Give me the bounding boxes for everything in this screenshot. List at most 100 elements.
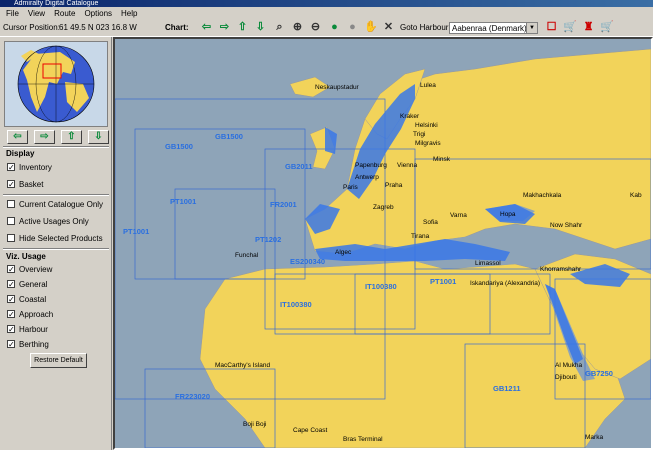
arrow-right-icon: ⇨ [40, 131, 49, 142]
place-name: Papenburg [355, 162, 387, 169]
place-name: Tirana [411, 233, 430, 240]
arrow-up-icon[interactable]: ⇧ [236, 21, 249, 34]
hide-selected-checkbox[interactable] [7, 234, 15, 242]
chart-label: FR2001 [270, 200, 297, 209]
goto-harbour-label: Goto Harbour: [400, 23, 451, 32]
place-name: Varna [450, 212, 467, 219]
place-name: Trigi [413, 131, 425, 138]
place-name: Paris [343, 184, 359, 191]
arrow-down-icon[interactable]: ⇩ [254, 21, 267, 34]
cart-icon[interactable]: ☐ [545, 21, 558, 34]
inventory-checkbox[interactable]: ✓ [7, 163, 15, 172]
chart-label: PT1001 [430, 277, 456, 286]
divider [3, 248, 109, 250]
arrow-up-icon: ⇧ [67, 131, 76, 142]
menu-view[interactable]: View [28, 9, 45, 18]
chart-label: PT1001 [170, 197, 196, 206]
cart-icon[interactable]: 🛒 [563, 21, 577, 34]
window-title: Admiralty Digital Catalogue [0, 0, 653, 7]
pan-up-button[interactable]: ⇧ [61, 130, 82, 144]
place-name: Cape Coast [293, 427, 328, 434]
chart-label: IT100380 [280, 300, 312, 309]
coastal-label: Coastal [19, 295, 47, 304]
place-name: Al Mukha [555, 362, 582, 369]
place-name: Praha [385, 182, 403, 189]
cursor-position-value: 61 49.5 N 023 16.8 W [59, 23, 137, 32]
place-name: Neskaupstadur [315, 84, 360, 91]
chart-label: FR223020 [175, 392, 210, 401]
cart-icon[interactable]: 🛒 [600, 21, 614, 34]
chart-label: GB1500 [165, 142, 193, 151]
map-canvas[interactable]: Neskaupstadur Lulea Helsinki Kraker Trig… [115, 39, 651, 448]
general-checkbox[interactable]: ✓ [7, 280, 15, 289]
place-name: Vienna [397, 162, 418, 169]
chart-map[interactable]: Neskaupstadur Lulea Helsinki Kraker Trig… [113, 37, 653, 450]
europe-land [304, 48, 651, 255]
active-usages-checkbox[interactable] [7, 217, 15, 225]
globe-overview[interactable] [4, 41, 108, 127]
place-name: Khorramshahr [540, 266, 582, 273]
chart-label: GB2011 [285, 162, 313, 171]
active-usages-label: Active Usages Only [19, 217, 89, 226]
general-label: General [19, 280, 48, 289]
chart-label: GB7250 [585, 369, 613, 378]
left-panel: ⇦ ⇨ ⇧ ⇩ Display ✓ Inventory ✓ Basket Cur… [0, 37, 112, 450]
berthing-checkbox[interactable]: ✓ [7, 340, 15, 349]
menu-file[interactable]: File [6, 9, 19, 18]
arrow-right-icon[interactable]: ⇨ [218, 21, 231, 34]
zoom-icon[interactable]: ⌕ [273, 21, 286, 34]
arrow-left-icon: ⇦ [13, 131, 22, 142]
place-name: Iskandariya (Alexandria) [470, 280, 540, 287]
place-name: Makhachkala [523, 192, 562, 199]
approach-label: Approach [19, 310, 54, 319]
inventory-label: Inventory [19, 163, 52, 172]
stop-icon[interactable]: ● [346, 21, 359, 34]
pan-left-button[interactable]: ⇦ [7, 130, 28, 144]
place-name: Zagreb [373, 204, 394, 211]
overview-checkbox[interactable]: ✓ [7, 265, 15, 274]
arrow-left-icon[interactable]: ⇦ [200, 21, 213, 34]
go-icon[interactable]: ● [328, 21, 341, 34]
chart-label: ES200340 [290, 257, 325, 266]
basket-checkbox[interactable]: ✓ [7, 180, 15, 189]
place-name: Marka [585, 434, 603, 441]
pan-right-button[interactable]: ⇨ [34, 130, 55, 144]
place-name: Hopa [500, 211, 516, 218]
chart-label: GB1500 [215, 132, 243, 141]
place-name: Sofia [423, 219, 438, 226]
hand-icon[interactable]: ✋ [364, 21, 378, 34]
place-name: Milgravis [415, 140, 441, 147]
chart-label: IT100380 [365, 282, 397, 291]
divider [3, 194, 109, 196]
chart-label: GB1211 [493, 384, 521, 393]
chart-label: PT1202 [255, 235, 281, 244]
zoom-out-icon[interactable]: ⊖ [309, 21, 322, 34]
place-name: Bras Terminal [343, 436, 383, 443]
current-catalogue-checkbox[interactable] [7, 200, 15, 208]
harbour-label: Harbour [19, 325, 48, 334]
place-name: Minsk [433, 156, 451, 163]
menu-options[interactable]: Options [84, 9, 112, 18]
bag-icon[interactable]: ♜ [582, 21, 595, 34]
menu-route[interactable]: Route [54, 9, 75, 18]
place-name: Limassol [475, 260, 501, 267]
place-name: Helsinki [415, 122, 438, 129]
zoom-in-icon[interactable]: ⊕ [291, 21, 304, 34]
coastal-checkbox[interactable]: ✓ [7, 295, 15, 304]
restore-default-button[interactable]: Restore Default [30, 353, 87, 368]
chevron-down-icon[interactable]: ▼ [526, 23, 537, 33]
harbour-checkbox[interactable]: ✓ [7, 325, 15, 334]
divider [3, 146, 109, 148]
place-name: Boji Boji [243, 421, 266, 428]
current-catalogue-label: Current Catalogue Only [19, 200, 104, 209]
pan-down-button[interactable]: ⇩ [88, 130, 109, 144]
approach-checkbox[interactable]: ✓ [7, 310, 15, 319]
berthing-label: Berthing [19, 340, 49, 349]
crosshair-icon[interactable]: ✕ [382, 21, 395, 34]
menubar: File View Route Options Help [0, 7, 653, 19]
menu-help[interactable]: Help [121, 9, 137, 18]
place-name: Kraker [400, 113, 420, 120]
goto-harbour-select[interactable]: Aabenraa (Denmark) ▼ [449, 22, 538, 34]
place-name: Algec [335, 249, 352, 256]
toolbar: Cursor Position: 61 49.5 N 023 16.8 W Ch… [0, 19, 653, 37]
